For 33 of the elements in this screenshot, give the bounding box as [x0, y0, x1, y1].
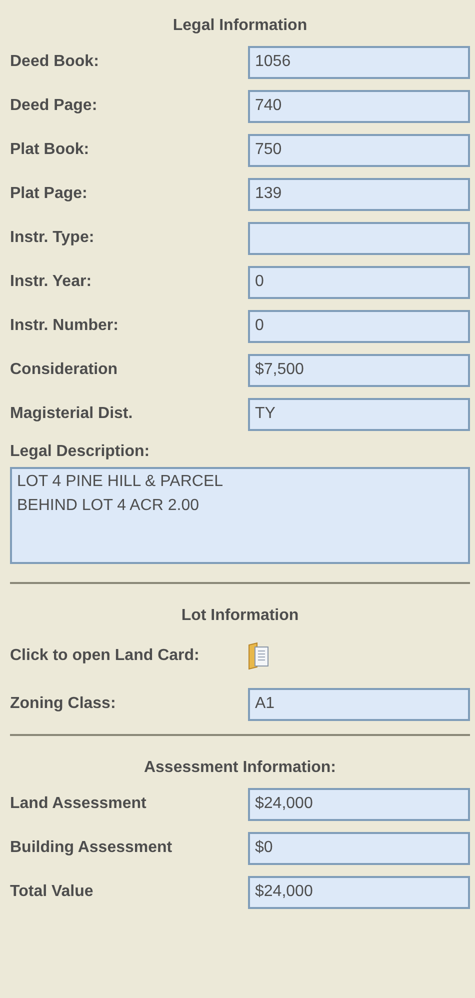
text-field[interactable]: $24,000	[248, 788, 470, 820]
text-field[interactable]: $0	[248, 832, 470, 864]
text-field[interactable]: 0	[248, 310, 470, 342]
text-field[interactable]: A1	[248, 688, 470, 720]
text-area[interactable]: LOT 4 PINE HILL & PARCEL BEHIND LOT 4 ACR 2.00	[10, 467, 470, 564]
field-label: Zoning Class:	[10, 695, 116, 712]
text-field[interactable]: 139	[248, 178, 470, 210]
field-label: Plat Page:	[10, 185, 88, 202]
text-field[interactable]: $7,500	[248, 354, 470, 386]
text-field[interactable]: $24,000	[248, 876, 470, 908]
section-heading: Lot Information	[181, 606, 299, 626]
text-field[interactable]: TY	[248, 398, 470, 430]
field-label: Legal Description:	[10, 443, 150, 460]
field-label: Land Assessment	[10, 795, 146, 812]
field-label: Instr. Year:	[10, 273, 92, 290]
field-label: Consideration	[10, 361, 118, 378]
field-label: Deed Page:	[10, 97, 98, 114]
text-field[interactable]: 750	[248, 134, 470, 166]
field-label: Click to open Land Card:	[10, 647, 200, 664]
folder-document-icon[interactable]	[248, 642, 270, 670]
field-label: Instr. Number:	[10, 317, 118, 334]
field-label: Deed Book:	[10, 53, 99, 70]
section-heading: Legal Information	[172, 16, 308, 36]
text-field[interactable]: 0	[248, 266, 470, 298]
section-heading: Assessment Information:	[144, 758, 336, 778]
field-label: Building Assessment	[10, 839, 172, 856]
field-label: Magisterial Dist.	[10, 405, 133, 422]
text-field[interactable]: 740	[248, 90, 470, 122]
field-label: Instr. Type:	[10, 229, 94, 246]
field-label: Plat Book:	[10, 141, 90, 158]
field-label: Total Value	[10, 883, 94, 900]
text-field[interactable]	[248, 222, 470, 254]
text-field[interactable]: 1056	[248, 46, 470, 78]
